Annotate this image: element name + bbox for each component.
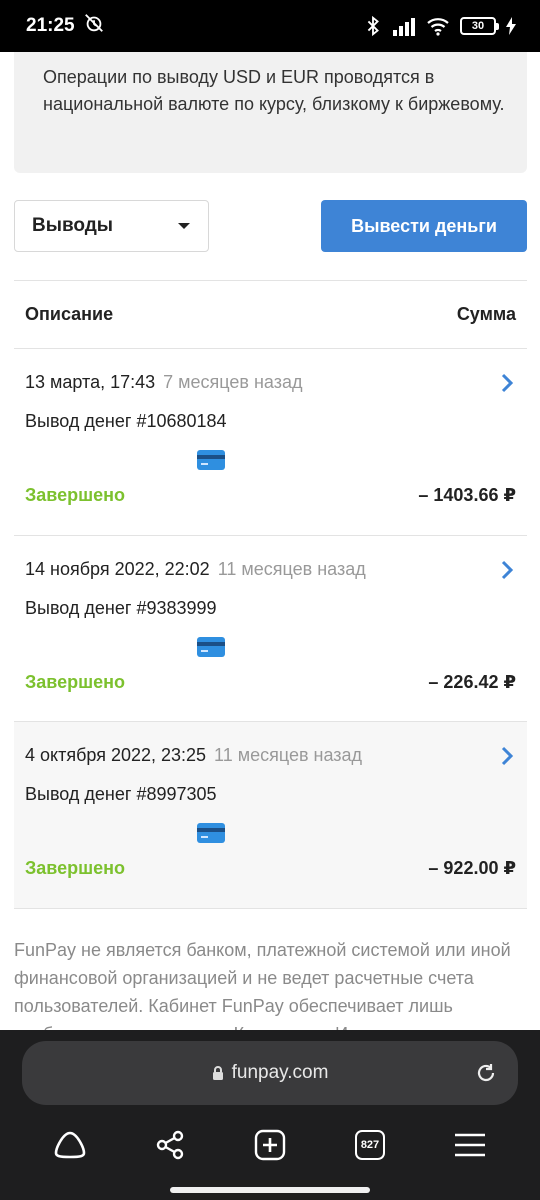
tabs-button[interactable]: 827 <box>348 1123 392 1167</box>
menu-button[interactable] <box>448 1123 492 1167</box>
reload-icon[interactable] <box>474 1061 498 1085</box>
new-tab-button[interactable] <box>248 1123 292 1167</box>
transaction-amount: – 922.00 ₽ <box>428 858 516 878</box>
transaction-date-line: 13 марта, 17:43 7 месяцев назад <box>25 372 302 393</box>
home-indicator[interactable] <box>170 1187 370 1193</box>
bank-card-icon <box>197 450 225 470</box>
hamburger-icon <box>455 1133 485 1157</box>
table-header: Описание Сумма <box>14 280 527 348</box>
lock-icon <box>212 1066 223 1080</box>
chevron-right-icon[interactable] <box>499 373 515 393</box>
status-bar: 21:25 30 <box>0 0 540 52</box>
transaction-ago: 11 месяцев назад <box>217 559 366 579</box>
notice-text: Операции по выводу USD и EUR проводятся … <box>43 67 505 114</box>
status-label: Завершено <box>25 858 126 878</box>
transaction-row[interactable]: 13 марта, 17:43 7 месяцев назад Вывод ден… <box>14 349 527 535</box>
transaction-date-line: 14 ноября 2022, 22:02 11 месяцев назад <box>25 559 366 580</box>
column-amount: Сумма <box>456 303 516 324</box>
notice-box: Операции по выводу USD и EUR проводятся … <box>14 52 527 173</box>
transaction-date-line: 4 октября 2022, 23:25 11 месяцев назад <box>25 745 362 766</box>
transaction-row[interactable]: 14 ноября 2022, 22:02 11 месяцев назад Вы… <box>14 536 527 722</box>
column-description: Описание <box>25 303 114 324</box>
share-button[interactable] <box>148 1123 192 1167</box>
browser-toolbar: funpay.com 827 <box>0 1030 540 1200</box>
battery-level: 30 <box>471 20 485 32</box>
bluetooth-icon <box>364 15 382 37</box>
chevron-right-icon[interactable] <box>499 560 515 580</box>
status-label: Завершено <box>25 485 126 505</box>
signal-icon <box>392 16 416 36</box>
operation-type-select[interactable]: Выводы <box>14 200 209 252</box>
alice-assistant-button[interactable] <box>48 1123 92 1167</box>
browser-nav: 827 <box>0 1118 540 1172</box>
transaction-title: Вывод денег #8997305 <box>25 784 217 804</box>
transaction-date: 14 ноября 2022, 22:02 <box>25 559 210 579</box>
divider <box>14 908 527 909</box>
address-bar[interactable]: funpay.com <box>22 1041 518 1105</box>
disclaimer-text: FunPay не является банком, платежной сис… <box>14 940 511 1030</box>
transaction-title: Вывод денег #10680184 <box>25 411 227 431</box>
charging-icon <box>506 17 516 35</box>
transaction-date: 4 октября 2022, 23:25 <box>25 745 207 765</box>
url-text: funpay.com <box>231 1062 329 1083</box>
transaction-title: Вывод денег #9383999 <box>25 598 217 618</box>
alarm-off-icon <box>83 12 105 40</box>
clock: 21:25 <box>26 15 75 36</box>
plus-icon <box>254 1129 286 1161</box>
wifi-icon <box>426 16 450 36</box>
status-label: Завершено <box>25 672 126 692</box>
alice-icon <box>54 1131 86 1159</box>
page-content: Операции по выводу USD и EUR проводятся … <box>0 52 540 1030</box>
transaction-ago: 11 месяцев назад <box>214 745 363 765</box>
caret-down-icon <box>178 223 190 229</box>
bank-card-icon <box>197 823 225 843</box>
share-icon <box>156 1130 184 1160</box>
chevron-right-icon[interactable] <box>499 746 515 766</box>
bank-card-icon <box>197 637 225 657</box>
battery-icon: 30 <box>460 17 499 35</box>
transaction-amount: – 1403.66 ₽ <box>418 485 516 505</box>
transaction-ago: 7 месяцев назад <box>163 372 303 392</box>
transaction-amount: – 226.42 ₽ <box>428 672 516 692</box>
transaction-date: 13 марта, 17:43 <box>25 372 156 392</box>
select-value: Выводы <box>32 215 114 236</box>
tabs-count: 827 <box>355 1130 385 1160</box>
withdraw-money-button[interactable]: Вывести деньги <box>321 200 527 252</box>
transaction-row[interactable]: 4 октября 2022, 23:25 11 месяцев назад Вы… <box>14 722 527 908</box>
